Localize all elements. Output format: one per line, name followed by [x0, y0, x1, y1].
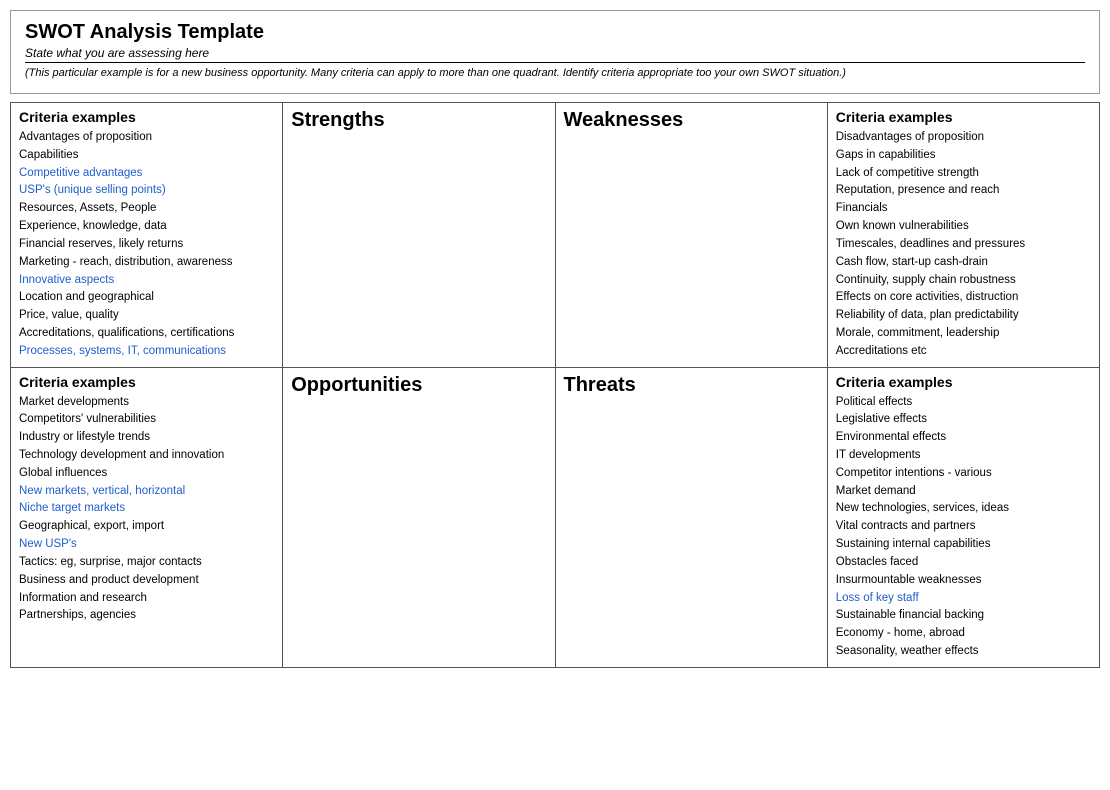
opportunities-criteria-cell: Criteria examples Market developmentsCom… [11, 367, 283, 667]
threats-main-cell: Threats [555, 367, 827, 667]
list-item: Accreditations etc [836, 343, 1091, 361]
list-item: Partnerships, agencies [19, 607, 274, 625]
list-item: Obstacles faced [836, 554, 1091, 572]
list-item: Economy - home, abroad [836, 625, 1091, 643]
threats-criteria-list: Political effectsLegislative effectsEnvi… [836, 394, 1091, 661]
weaknesses-criteria-cell: Criteria examples Disadvantages of propo… [827, 103, 1099, 368]
opportunities-criteria-list: Market developmentsCompetitors' vulnerab… [19, 394, 274, 626]
list-item: Gaps in capabilities [836, 147, 1091, 165]
list-item: Financials [836, 200, 1091, 218]
list-item: Legislative effects [836, 411, 1091, 429]
list-item: Sustaining internal capabilities [836, 536, 1091, 554]
list-item: Resources, Assets, People [19, 200, 274, 218]
list-item: Loss of key staff [836, 590, 1091, 608]
list-item: Seasonality, weather effects [836, 643, 1091, 661]
weaknesses-main-cell: Weaknesses [555, 103, 827, 368]
strengths-main-cell: Strengths [283, 103, 555, 368]
swot-table: Criteria examples Advantages of proposit… [10, 102, 1100, 668]
list-item: New markets, vertical, horizontal [19, 483, 274, 501]
opportunities-threats-row: Criteria examples Market developmentsCom… [11, 367, 1100, 667]
list-item: Geographical, export, import [19, 518, 274, 536]
list-item: Cash flow, start-up cash-drain [836, 254, 1091, 272]
list-item: Morale, commitment, leadership [836, 325, 1091, 343]
list-item: Market demand [836, 483, 1091, 501]
list-item: Competitive advantages [19, 165, 274, 183]
list-item: Location and geographical [19, 289, 274, 307]
list-item: Sustainable financial backing [836, 607, 1091, 625]
list-item: Political effects [836, 394, 1091, 412]
opportunities-criteria-header: Criteria examples [19, 374, 274, 390]
subtitle: State what you are assessing here [25, 46, 1085, 63]
list-item: Experience, knowledge, data [19, 218, 274, 236]
description: (This particular example is for a new bu… [25, 67, 1085, 79]
list-item: USP's (unique selling points) [19, 182, 274, 200]
list-item: Own known vulnerabilities [836, 218, 1091, 236]
list-item: Accreditations, qualifications, certific… [19, 325, 274, 343]
list-item: Disadvantages of proposition [836, 129, 1091, 147]
list-item: Lack of competitive strength [836, 165, 1091, 183]
list-item: Reliability of data, plan predictability [836, 307, 1091, 325]
list-item: Capabilities [19, 147, 274, 165]
list-item: Competitors' vulnerabilities [19, 411, 274, 429]
list-item: Technology development and innovation [19, 447, 274, 465]
list-item: Information and research [19, 590, 274, 608]
list-item: Industry or lifestyle trends [19, 429, 274, 447]
weaknesses-header: Weaknesses [564, 109, 819, 132]
list-item: Business and product development [19, 572, 274, 590]
weaknesses-criteria-list: Disadvantages of propositionGaps in capa… [836, 129, 1091, 361]
weaknesses-criteria-header: Criteria examples [836, 109, 1091, 125]
list-item: Niche target markets [19, 500, 274, 518]
list-item: Environmental effects [836, 429, 1091, 447]
list-item: Competitor intentions - various [836, 465, 1091, 483]
list-item: Reputation, presence and reach [836, 182, 1091, 200]
opportunities-header: Opportunities [291, 374, 546, 397]
list-item: Vital contracts and partners [836, 518, 1091, 536]
strengths-criteria-cell: Criteria examples Advantages of proposit… [11, 103, 283, 368]
list-item: Innovative aspects [19, 272, 274, 290]
list-item: Insurmountable weaknesses [836, 572, 1091, 590]
list-item: Continuity, supply chain robustness [836, 272, 1091, 290]
strengths-criteria-header: Criteria examples [19, 109, 274, 125]
list-item: IT developments [836, 447, 1091, 465]
list-item: Price, value, quality [19, 307, 274, 325]
list-item: Timescales, deadlines and pressures [836, 236, 1091, 254]
list-item: Tactics: eg, surprise, major contacts [19, 554, 274, 572]
list-item: Market developments [19, 394, 274, 412]
list-item: Marketing - reach, distribution, awarene… [19, 254, 274, 272]
list-item: New technologies, services, ideas [836, 500, 1091, 518]
list-item: Financial reserves, likely returns [19, 236, 274, 254]
strengths-header: Strengths [291, 109, 546, 132]
list-item: Advantages of proposition [19, 129, 274, 147]
list-item: Global influences [19, 465, 274, 483]
list-item: New USP's [19, 536, 274, 554]
strengths-criteria-list: Advantages of propositionCapabilitiesCom… [19, 129, 274, 361]
list-item: Processes, systems, IT, communications [19, 343, 274, 361]
page-title: SWOT Analysis Template [25, 21, 1085, 44]
threats-header: Threats [564, 374, 819, 397]
threats-criteria-cell: Criteria examples Political effectsLegis… [827, 367, 1099, 667]
list-item: Effects on core activities, distruction [836, 289, 1091, 307]
strengths-weaknesses-row: Criteria examples Advantages of proposit… [11, 103, 1100, 368]
opportunities-main-cell: Opportunities [283, 367, 555, 667]
header-section: SWOT Analysis Template State what you ar… [10, 10, 1100, 94]
threats-criteria-header: Criteria examples [836, 374, 1091, 390]
